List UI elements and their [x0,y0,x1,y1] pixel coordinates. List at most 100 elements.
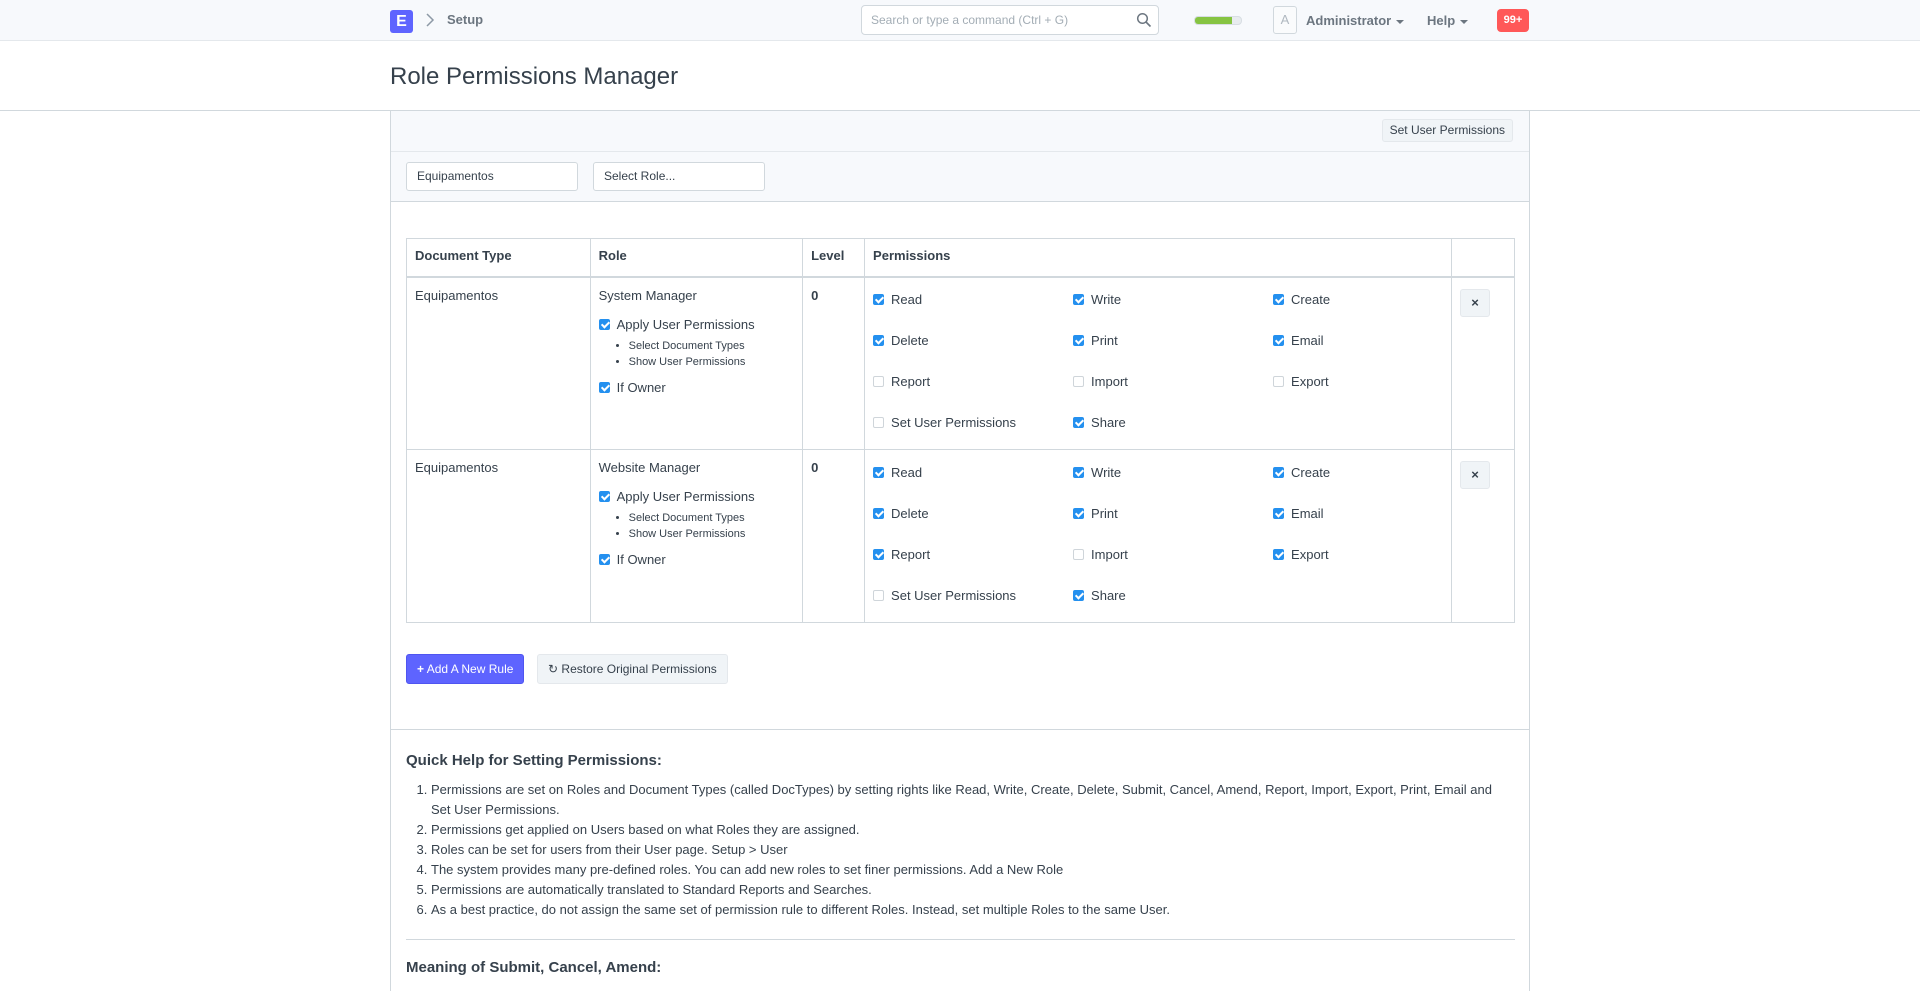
select-document-types-link[interactable]: Select Document Types [629,340,795,352]
perm-label: Set User Permissions [891,415,1017,430]
page-head: Role Permissions Manager [0,41,1920,111]
help-item: The system provides many pre-defined rol… [431,860,1506,880]
role-cell: System Manager Apply User Permissions Se… [589,276,804,450]
perm-read-checkbox[interactable]: Read [873,291,1073,309]
perm-export-checkbox[interactable]: Export [1273,545,1443,563]
apply-user-permissions-checkbox[interactable]: Apply User Permissions [598,317,795,332]
permissions-cell: Read Write Create Delete Print Email Rep… [864,449,1453,623]
checkbox-icon [598,381,610,393]
caret-down-icon [1396,19,1405,24]
perm-read-checkbox[interactable]: Read [873,463,1073,481]
perm-label: Write [1091,292,1122,307]
header-level: Level [802,238,866,278]
checkbox-icon [873,376,885,387]
perm-print-checkbox[interactable]: Print [1073,504,1273,522]
user-permission-links: Select Document Types Show User Permissi… [599,512,795,540]
apply-user-permissions-checkbox[interactable]: Apply User Permissions [598,489,795,504]
checkbox-icon [1073,548,1085,560]
avatar[interactable]: A [1273,6,1297,34]
help-item: Permissions are set on Roles and Documen… [431,780,1506,820]
perm-set-user-permissions-checkbox[interactable]: Set User Permissions [873,414,1073,432]
perm-import-checkbox[interactable]: Import [1073,545,1273,563]
perm-delete-checkbox[interactable]: Delete [873,332,1073,350]
perm-label: Share [1091,587,1126,603]
help-item: Roles can be set for users from their Us… [431,840,1506,860]
remove-rule-button[interactable]: × [1460,288,1491,317]
perm-set-user-permissions-checkbox[interactable]: Set User Permissions [873,586,1073,604]
caret-down-icon [1460,19,1469,24]
checkbox-icon [598,554,610,565]
filter-bar: Equipamentos Select Role... [391,152,1529,202]
checkbox-icon [873,417,885,428]
remove-rule-button[interactable]: × [1460,461,1491,489]
checkbox-icon [873,335,885,346]
divider [391,729,1529,730]
actions-cell: × [1451,449,1515,623]
plus-icon: + [417,662,425,676]
table-row: Equipamentos System Manager Apply User P… [406,276,1515,450]
perm-write-checkbox[interactable]: Write [1073,291,1273,309]
user-menu[interactable]: Administrator [1306,13,1405,28]
level-cell: 0 [802,276,866,450]
checkbox-icon [873,507,885,519]
app-logo[interactable]: E [390,10,413,33]
doctype-cell: Equipamentos [406,449,591,623]
perm-label: Create [1291,292,1331,307]
role-name: Website Manager [598,460,701,475]
breadcrumb-setup[interactable]: Setup [447,12,483,27]
checkbox-icon [1073,507,1085,519]
search-input[interactable] [862,6,1132,34]
checkbox-icon [1073,335,1085,346]
checkbox-icon [873,548,885,560]
notification-badge[interactable]: 99+ [1497,9,1529,32]
permissions-grid: Read Write Create Delete Print Email Rep… [873,460,1443,604]
show-user-permissions-link[interactable]: Show User Permissions [629,528,795,540]
help-menu[interactable]: Help [1427,13,1469,28]
add-new-rule-button[interactable]: + Add A New Rule [406,654,525,684]
set-user-permissions-button[interactable]: Set User Permissions [1381,119,1513,142]
if-owner-checkbox[interactable]: If Owner [598,380,795,395]
perm-label: Email [1291,333,1324,348]
perm-share-checkbox[interactable]: Share [1073,586,1273,604]
checkbox-icon [1273,548,1285,560]
perm-email-checkbox[interactable]: Email [1273,332,1443,350]
perm-label: Export [1291,546,1329,562]
user-menu-label: Administrator [1306,13,1392,28]
help-item: Permissions are automatically translated… [431,880,1506,900]
refresh-icon: ↻ [548,662,559,676]
checkbox-icon [873,466,885,478]
perm-label: Import [1091,546,1128,562]
quick-help-list: Permissions are set on Roles and Documen… [406,780,1506,920]
perm-share-checkbox[interactable]: Share [1073,414,1273,432]
if-owner-checkbox[interactable]: If Owner [598,552,795,567]
perm-export-checkbox[interactable]: Export [1273,373,1443,391]
perm-label: Import [1091,374,1128,389]
checkbox-icon [873,294,885,305]
add-new-rule-label: Add A New Rule [426,662,514,676]
permissions-table: Document Type Role Level Permissions Equ… [406,238,1515,623]
perm-label: Print [1091,505,1118,521]
search-icon[interactable] [1136,12,1152,28]
perm-report-checkbox[interactable]: Report [873,545,1073,563]
permissions-cell: Read Write Create Delete Print Email Rep… [864,276,1453,450]
select-document-types-link[interactable]: Select Document Types [629,512,795,524]
permissions-card: Set User Permissions Equipamentos Select… [390,111,1530,991]
help-item: As a best practice, do not assign the sa… [431,900,1506,920]
perm-label: Report [891,374,931,389]
perm-print-checkbox[interactable]: Print [1073,332,1273,350]
perm-delete-checkbox[interactable]: Delete [873,504,1073,522]
role-filter[interactable]: Select Role... [593,162,765,191]
perm-create-checkbox[interactable]: Create [1273,291,1443,309]
perm-email-checkbox[interactable]: Email [1273,504,1443,522]
perm-create-checkbox[interactable]: Create [1273,463,1443,481]
show-user-permissions-link[interactable]: Show User Permissions [629,356,795,368]
perm-write-checkbox[interactable]: Write [1073,463,1273,481]
level-value: 0 [811,460,819,475]
restore-permissions-button[interactable]: ↻ Restore Original Permissions [537,654,728,684]
doctype-filter[interactable]: Equipamentos [406,162,578,191]
perm-import-checkbox[interactable]: Import [1073,373,1273,391]
checkbox-icon [1073,417,1085,428]
perm-report-checkbox[interactable]: Report [873,373,1073,391]
divider [406,939,1515,940]
help-menu-label: Help [1427,13,1456,28]
